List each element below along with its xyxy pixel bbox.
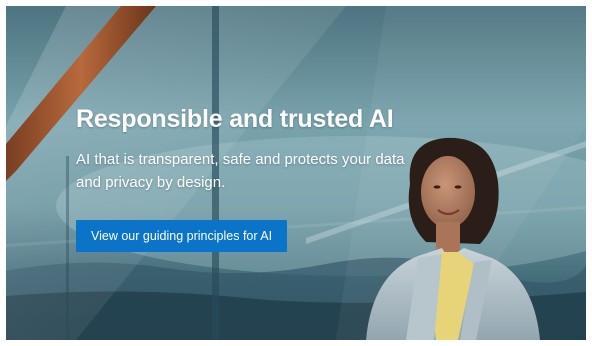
hero-headline: Responsible and trusted AI	[76, 105, 394, 133]
hero-subtitle: AI that is transparent, safe and protect…	[76, 151, 405, 191]
hero-banner: Responsible and trusted AI AI that is tr…	[6, 6, 586, 340]
guiding-principles-button[interactable]: View our guiding principles for AI	[76, 220, 288, 252]
hero-text-block: Responsible and trusted AI AI that is tr…	[76, 104, 436, 194]
